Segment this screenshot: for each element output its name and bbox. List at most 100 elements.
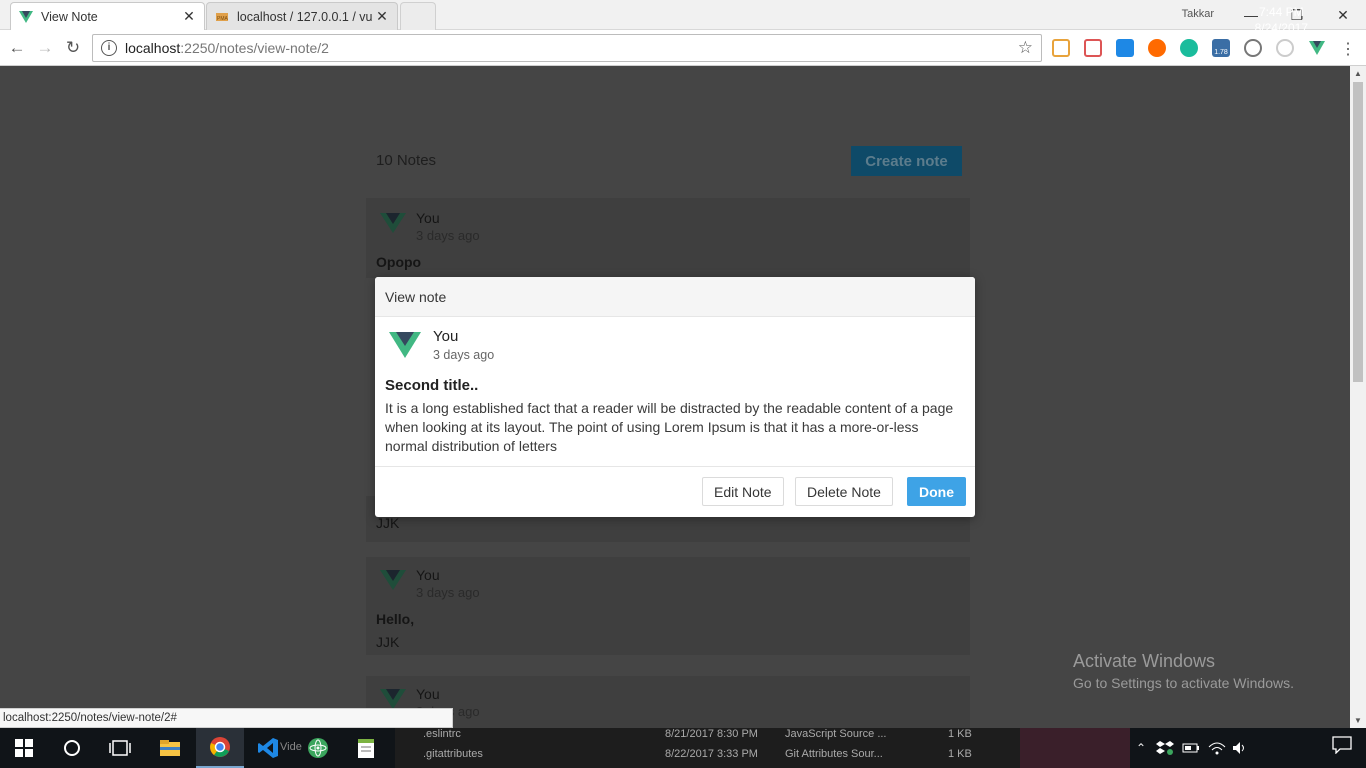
- modal-time: 3 days ago: [433, 348, 495, 362]
- profile-name[interactable]: Takkar: [1182, 8, 1214, 20]
- note-card[interactable]: [366, 676, 970, 728]
- scroll-down-icon[interactable]: ▼: [1350, 716, 1366, 725]
- chrome-icon: [210, 737, 230, 757]
- create-note-button[interactable]: Create note: [851, 146, 962, 176]
- modal-author: You: [433, 328, 459, 345]
- vue-logo-icon: [389, 332, 421, 358]
- page-scrollbar[interactable]: ▲ ▼: [1350, 66, 1366, 728]
- vue-favicon-icon: [19, 10, 33, 23]
- file-size: 1 KB: [948, 728, 972, 740]
- done-button[interactable]: Done: [907, 477, 966, 506]
- browser-tab-strip: View Note ✕ PMA localhost / 127.0.0.1 / …: [0, 0, 1366, 30]
- tab-close-icon[interactable]: ✕: [375, 8, 389, 25]
- chrome-taskbar-button[interactable]: [196, 728, 244, 768]
- svg-text:PMA: PMA: [217, 16, 229, 22]
- note-time: 3 days ago: [416, 585, 480, 600]
- volume-icon[interactable]: [1232, 741, 1248, 755]
- file-name: .eslintrc: [423, 728, 461, 740]
- atom-icon: [308, 738, 328, 758]
- start-button[interactable]: [0, 728, 48, 768]
- browser-menu-icon[interactable]: ⋮: [1340, 39, 1356, 59]
- note-time: 3 days ago: [416, 228, 480, 243]
- gear-extension-icon[interactable]: [1244, 39, 1262, 57]
- note-body: JJK: [376, 634, 400, 650]
- file-explorer-button[interactable]: [146, 728, 194, 768]
- file-type: JavaScript Source ...: [785, 728, 887, 740]
- explorer-partial-label: Vide: [280, 741, 302, 753]
- note-card[interactable]: [366, 557, 970, 655]
- tab-close-icon[interactable]: ✕: [182, 8, 196, 25]
- phpmyadmin-favicon-icon: PMA: [216, 12, 229, 22]
- activate-windows-watermark: Activate Windows Go to Settings to activ…: [1073, 651, 1294, 691]
- note-title: Hello,: [376, 611, 415, 627]
- modal-note-body: It is a long established fact that a rea…: [385, 400, 954, 454]
- scrollbar-thumb[interactable]: [1353, 82, 1363, 382]
- vue-logo-icon: [380, 570, 406, 590]
- site-info-icon[interactable]: i: [101, 40, 117, 56]
- extension-icon[interactable]: [1052, 39, 1070, 57]
- tab-title: localhost / 127.0.0.1 / vu: [237, 9, 373, 24]
- wifi-icon[interactable]: [1208, 741, 1226, 755]
- scroll-up-icon[interactable]: ▲: [1350, 69, 1366, 78]
- notifications-icon[interactable]: [1332, 736, 1352, 758]
- edit-note-button[interactable]: Edit Note: [702, 477, 784, 506]
- forward-arrow-icon[interactable]: →: [34, 37, 56, 59]
- extension-icon[interactable]: [1148, 39, 1166, 57]
- bookmark-star-icon[interactable]: ☆: [1018, 38, 1033, 58]
- view-note-modal: View note You 3 days ago Second title.. …: [375, 277, 975, 517]
- file-type: Git Attributes Sour...: [785, 748, 883, 760]
- system-tray: ⌃: [1132, 728, 1248, 768]
- tab-phpmyadmin[interactable]: PMA localhost / 127.0.0.1 / vu ✕: [206, 2, 398, 30]
- task-view-icon: [109, 740, 131, 756]
- watermark-title: Activate Windows: [1073, 651, 1216, 671]
- modal-header: View note: [375, 277, 975, 317]
- file-date: 8/21/2017 8:30 PM: [665, 728, 758, 740]
- watermark-subtitle: Go to Settings to activate Windows.: [1073, 675, 1294, 691]
- tab-view-note[interactable]: View Note ✕: [10, 2, 205, 30]
- modal-footer: Edit Note Delete Note Done: [375, 466, 975, 517]
- delete-note-button[interactable]: Delete Note: [795, 477, 893, 506]
- note-author: You: [416, 210, 440, 226]
- new-tab-button[interactable]: [400, 2, 436, 30]
- vue-logo-icon: [380, 213, 406, 233]
- explorer-file-row[interactable]: .eslintrc 8/21/2017 8:30 PM JavaScript S…: [395, 728, 1020, 746]
- badge-extension-icon[interactable]: 1.78: [1212, 39, 1230, 57]
- cortana-icon: [64, 740, 80, 756]
- reload-icon[interactable]: ↻: [62, 37, 84, 59]
- note-body: JJK: [376, 515, 400, 531]
- explorer-preview-strip: Vide .eslintrc 8/21/2017 8:30 PM JavaScr…: [280, 728, 1020, 768]
- taskbar-clock[interactable]: 7:44 PM 8/24/2017: [1255, 4, 1308, 36]
- file-name: .gitattributes: [423, 748, 483, 760]
- tab-title: View Note: [41, 9, 98, 24]
- close-window-icon[interactable]: ✕: [1320, 4, 1366, 26]
- extension-icon[interactable]: [1276, 39, 1294, 57]
- note-author: You: [416, 567, 440, 583]
- browser-toolbar: ← → ↻ i localhost:2250/notes/view-note/2…: [0, 30, 1366, 66]
- taskbar-background-strip: [1020, 728, 1130, 768]
- dropbox-icon[interactable]: [1156, 740, 1174, 756]
- vue-logo-icon: [380, 689, 406, 709]
- task-view-button[interactable]: [96, 728, 144, 768]
- search-button[interactable]: [48, 728, 96, 768]
- clock-date: 8/24/2017: [1254, 21, 1308, 35]
- file-date: 8/22/2017 3:33 PM: [665, 748, 758, 760]
- download-extension-icon[interactable]: [1116, 39, 1134, 57]
- note-title: Opopo: [376, 254, 422, 270]
- explorer-file-row[interactable]: .gitattributes 8/22/2017 3:33 PM Git Att…: [395, 748, 1020, 766]
- vue-devtools-icon[interactable]: [1308, 39, 1326, 57]
- notepad-icon: [358, 739, 374, 758]
- url-host: localhost: [125, 40, 181, 56]
- vscode-icon: [258, 738, 278, 758]
- back-arrow-icon[interactable]: ←: [6, 37, 28, 59]
- url-path: :2250/notes/view-note/2: [180, 40, 329, 56]
- folder-icon: [160, 740, 180, 756]
- extension-badge: 1.78: [1214, 49, 1228, 56]
- status-bar-url: localhost:2250/notes/view-note/2#: [0, 708, 453, 728]
- address-bar[interactable]: i localhost:2250/notes/view-note/2 ☆: [92, 34, 1042, 62]
- chevron-up-icon[interactable]: ⌃: [1132, 741, 1150, 755]
- extension-icon[interactable]: [1084, 39, 1102, 57]
- modal-note-title: Second title..: [385, 377, 479, 394]
- notepad-taskbar-button[interactable]: [342, 728, 390, 768]
- battery-icon[interactable]: [1182, 742, 1200, 754]
- extension-icon[interactable]: [1180, 39, 1198, 57]
